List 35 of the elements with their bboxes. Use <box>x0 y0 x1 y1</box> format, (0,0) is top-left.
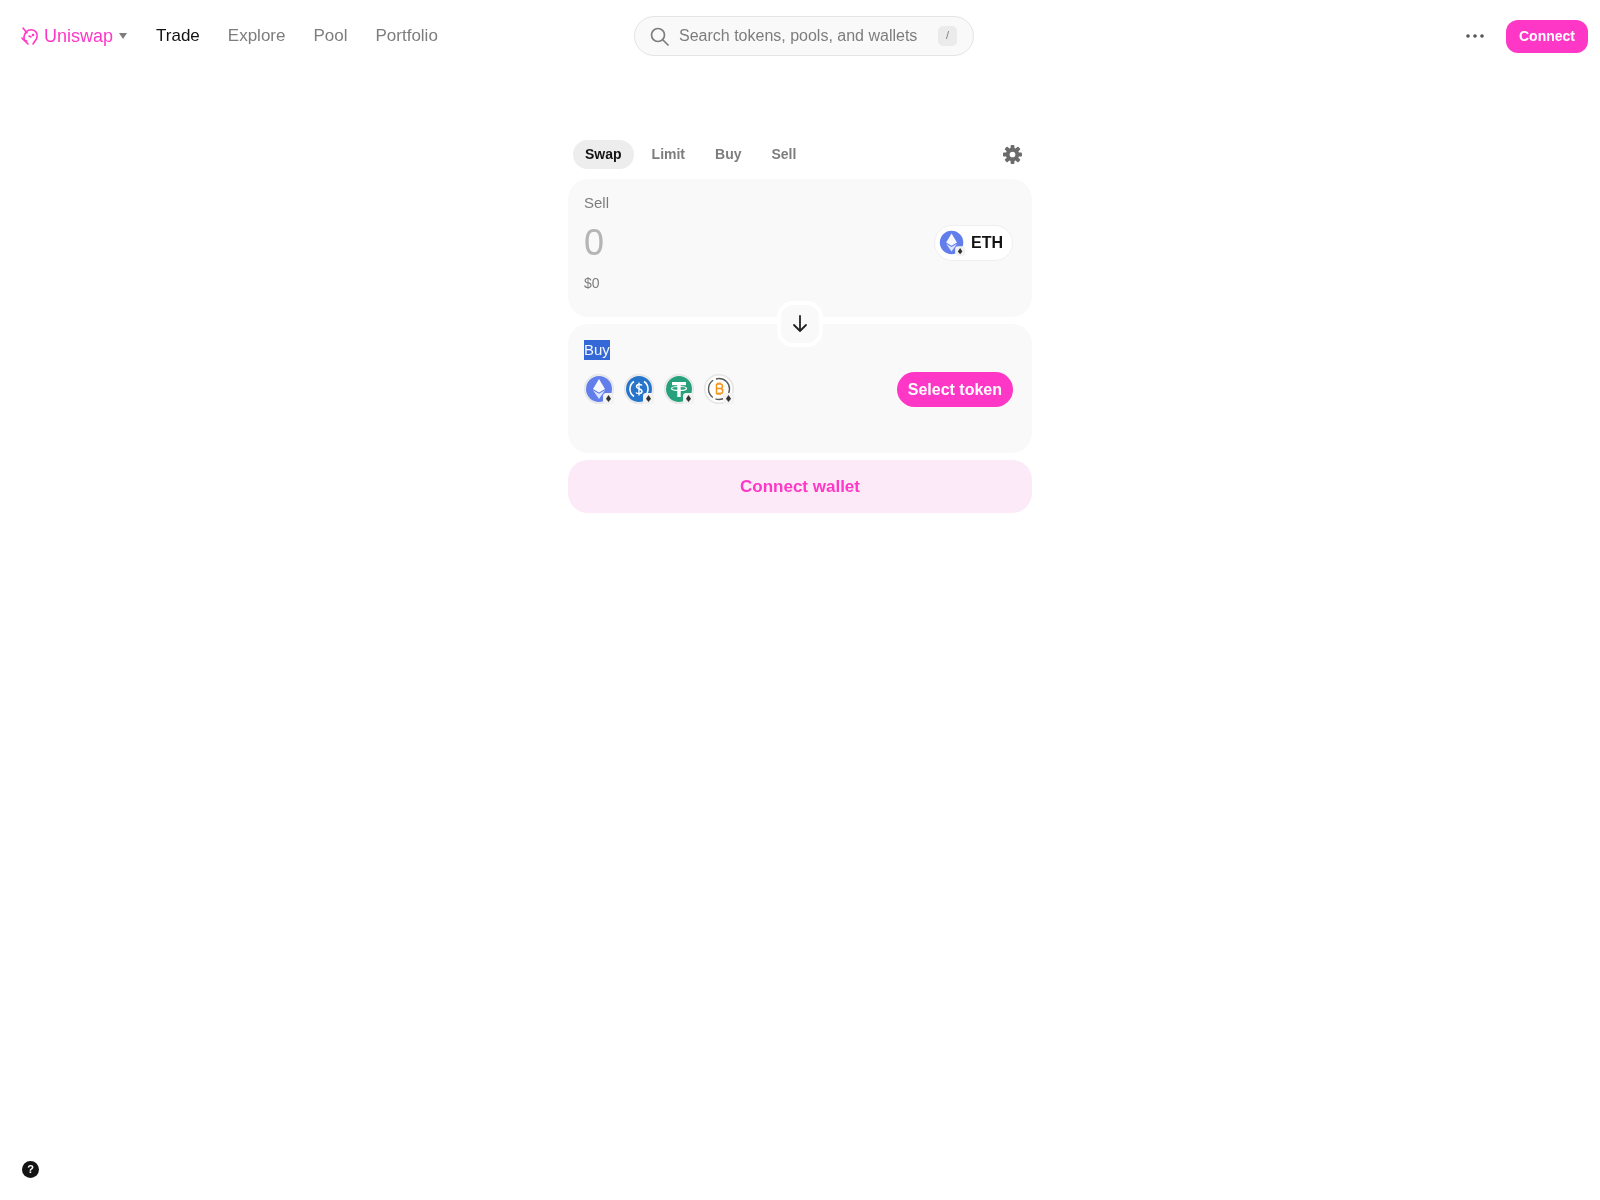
settings-button[interactable] <box>1003 145 1022 164</box>
help-button[interactable]: ? <box>22 1161 39 1178</box>
nav-link[interactable]: Portfolio <box>375 25 438 47</box>
logo-icon <box>20 26 40 46</box>
search-input[interactable]: Search tokens, pools, and wallets <box>679 24 928 48</box>
panel-label: Buy <box>584 340 610 360</box>
arrow-down-icon <box>792 315 808 333</box>
panel-label: Sell <box>584 193 609 213</box>
search-icon <box>650 26 669 46</box>
connect-wallet-button[interactable]: Connect wallet <box>568 460 1032 513</box>
b-coin-icon <box>704 374 735 405</box>
nav-link[interactable]: Trade <box>156 25 200 47</box>
swap-tab[interactable]: Buy <box>703 140 754 169</box>
swap-tab[interactable]: Limit <box>639 140 698 169</box>
diamond-coin-icon <box>938 229 966 257</box>
select-token-button[interactable]: Select token <box>896 372 1013 407</box>
token-button[interactable]: ETH <box>934 225 1013 261</box>
swap-tab[interactable]: Sell <box>759 140 809 169</box>
search-field[interactable]: Search tokens, pools, and wallets / <box>634 16 974 56</box>
amount-field[interactable]: 0 <box>584 221 934 265</box>
settings-icon <box>1003 145 1022 164</box>
swap-tab[interactable]: Swap <box>573 140 634 169</box>
brand-link[interactable]: Uniswap <box>20 26 114 46</box>
t-coin-icon <box>664 374 695 405</box>
connect-button[interactable]: Connect <box>1506 19 1588 53</box>
more-button[interactable] <box>1466 34 1484 38</box>
swap-direction-button[interactable] <box>777 301 823 347</box>
nav-link[interactable]: Explore <box>227 25 286 47</box>
more-icon <box>1466 34 1484 38</box>
usd-value: $0 <box>584 274 600 293</box>
dollar-coin-icon <box>624 374 655 405</box>
nav-link[interactable]: Pool <box>313 25 348 47</box>
caret-icon[interactable] <box>119 33 128 39</box>
diamond-coin-icon <box>584 374 615 405</box>
shortcut-key: / <box>937 26 957 46</box>
